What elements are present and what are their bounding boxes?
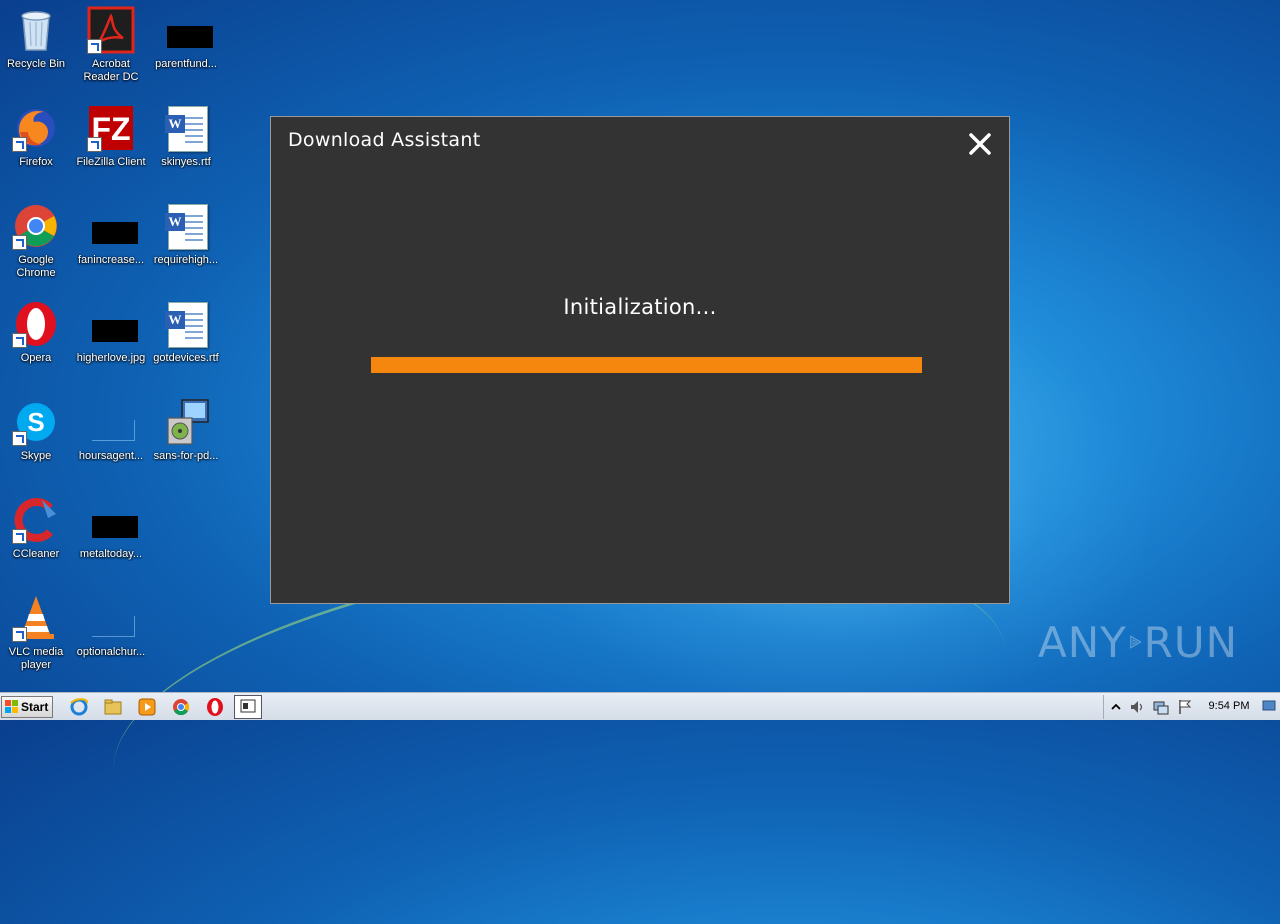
shortcut-arrow-icon <box>12 431 27 446</box>
chrome-icon <box>12 202 60 250</box>
image-thumbnail-icon <box>162 6 213 54</box>
image-thumbnail-icon <box>87 300 138 348</box>
file-explorer-icon[interactable] <box>103 697 123 717</box>
icon-label: metaltoday... <box>79 548 143 560</box>
icon-label: FileZilla Client <box>76 156 146 168</box>
show-desktop-button[interactable] <box>1262 697 1276 715</box>
image-thumbnail-icon <box>87 496 138 544</box>
shortcut-arrow-icon <box>12 627 27 642</box>
active-window-button[interactable] <box>234 695 262 719</box>
icon-label: Recycle Bin <box>6 58 66 70</box>
status-text: Initialization... <box>563 295 717 319</box>
opera-taskbar-icon[interactable] <box>205 697 225 717</box>
shortcut-arrow-icon <box>12 235 27 250</box>
blank-thumbnail-icon <box>87 398 135 446</box>
windows-flag-icon <box>5 700 19 714</box>
word-document-icon: W <box>162 202 210 250</box>
skype-icon: S <box>12 398 60 446</box>
icon-label: Acrobat <box>92 58 130 70</box>
desktop-icon-fanincrease[interactable]: fanincrease... <box>75 202 147 267</box>
icon-label-line2: player <box>21 659 51 671</box>
desktop-icon-optionalchur[interactable]: optionalchur... <box>75 594 147 659</box>
watermark-text-left: ANY <box>1038 617 1127 667</box>
icon-label: requirehigh... <box>153 254 219 266</box>
anyrun-watermark: ANY RUN <box>1038 610 1238 674</box>
close-icon <box>969 133 991 155</box>
icon-label: optionalchur... <box>76 646 146 658</box>
desktop-icon-metaltoday[interactable]: metaltoday... <box>75 496 147 561</box>
desktop-icon-opera[interactable]: Opera <box>0 300 72 365</box>
firefox-icon <box>12 104 60 152</box>
show-hidden-icons-icon[interactable] <box>1108 699 1124 715</box>
desktop-icon-skype[interactable]: S Skype <box>0 398 72 463</box>
window-app-icon <box>240 699 256 713</box>
icon-label: sans-for-pd... <box>153 450 219 462</box>
internet-explorer-icon[interactable] <box>69 697 89 717</box>
tray-separator <box>1103 695 1104 719</box>
word-document-icon: W <box>162 104 210 152</box>
icon-label: Opera <box>20 352 52 364</box>
icon-label: gotdevices.rtf <box>153 352 219 364</box>
icon-label: VLC media <box>8 646 64 658</box>
volume-icon[interactable] <box>1129 699 1145 715</box>
icon-label: fanincrease... <box>77 254 145 266</box>
watermark-text-right: RUN <box>1143 617 1238 667</box>
icon-label: parentfund... <box>155 58 217 70</box>
desktop-icon-gotdevices[interactable]: W gotdevices.rtf <box>150 300 222 365</box>
icon-label-line2: Reader DC <box>83 71 139 83</box>
blank-thumbnail-icon <box>87 594 135 642</box>
shortcut-arrow-icon <box>12 529 27 544</box>
shortcut-arrow-icon <box>12 333 27 348</box>
icon-label: hoursagent... <box>78 450 144 462</box>
icon-label: higherlove.jpg <box>76 352 146 364</box>
vlc-cone-icon <box>12 594 60 642</box>
acrobat-icon <box>87 6 135 54</box>
opera-icon <box>12 300 60 348</box>
start-label: Start <box>21 700 49 714</box>
icon-label: skinyes.rtf <box>161 156 211 168</box>
download-assistant-dialog: Download Assistant Initialization... <box>270 116 1010 604</box>
desktop-icon-vlc[interactable]: VLC media player <box>0 594 72 672</box>
svg-text:S: S <box>27 407 44 437</box>
taskbar-clock[interactable]: 9:54 PM <box>1200 700 1258 712</box>
desktop-icon-hoursagent[interactable]: hoursagent... <box>75 398 147 463</box>
recycle-bin-icon <box>12 6 60 54</box>
dialog-title: Download Assistant <box>288 129 481 151</box>
desktop-icon-skinyes[interactable]: W skinyes.rtf <box>150 104 222 169</box>
network-icon[interactable] <box>1153 699 1169 715</box>
shortcut-arrow-icon <box>12 137 27 152</box>
desktop-icon-firefox[interactable]: Firefox <box>0 104 72 169</box>
shortcut-arrow-icon <box>87 137 102 152</box>
image-thumbnail-icon <box>87 202 138 250</box>
icon-label: CCleaner <box>12 548 60 560</box>
filezilla-icon: FZ <box>87 104 135 152</box>
action-center-flag-icon[interactable] <box>1177 699 1193 715</box>
shortcut-arrow-icon <box>87 39 102 54</box>
close-button[interactable] <box>963 127 997 161</box>
desktop-icon-higherlove[interactable]: higherlove.jpg <box>75 300 147 365</box>
chrome-taskbar-icon[interactable] <box>171 697 191 717</box>
desktop-icon-requirehigh[interactable]: W requirehigh... <box>150 202 222 267</box>
desktop-icon-acrobat[interactable]: Acrobat Reader DC <box>75 6 147 84</box>
desktop-icon-sans-for-pd[interactable]: sans-for-pd... <box>150 398 222 463</box>
taskbar: Start 9:54 PM <box>0 692 1280 720</box>
desktop-icon-filezilla[interactable]: FZ FileZilla Client <box>75 104 147 169</box>
icon-label: Firefox <box>19 156 53 168</box>
desktop-icon-ccleaner[interactable]: CCleaner <box>0 496 72 561</box>
icon-label: Skype <box>20 450 52 462</box>
media-player-icon[interactable] <box>137 697 157 717</box>
play-logo-icon <box>1130 635 1142 649</box>
installer-icon <box>162 398 210 446</box>
progress-bar-fill <box>371 357 922 373</box>
icon-label: Google <box>18 254 54 266</box>
word-document-icon: W <box>162 300 210 348</box>
desktop-icon-parentfund[interactable]: parentfund... <box>150 6 222 71</box>
start-button[interactable]: Start <box>1 696 53 718</box>
progress-bar <box>371 357 922 373</box>
icon-label-line2: Chrome <box>16 267 56 279</box>
desktop-icon-recycle-bin[interactable]: Recycle Bin <box>0 6 72 71</box>
ccleaner-icon <box>12 496 60 544</box>
desktop-icon-google-chrome[interactable]: Google Chrome <box>0 202 72 280</box>
